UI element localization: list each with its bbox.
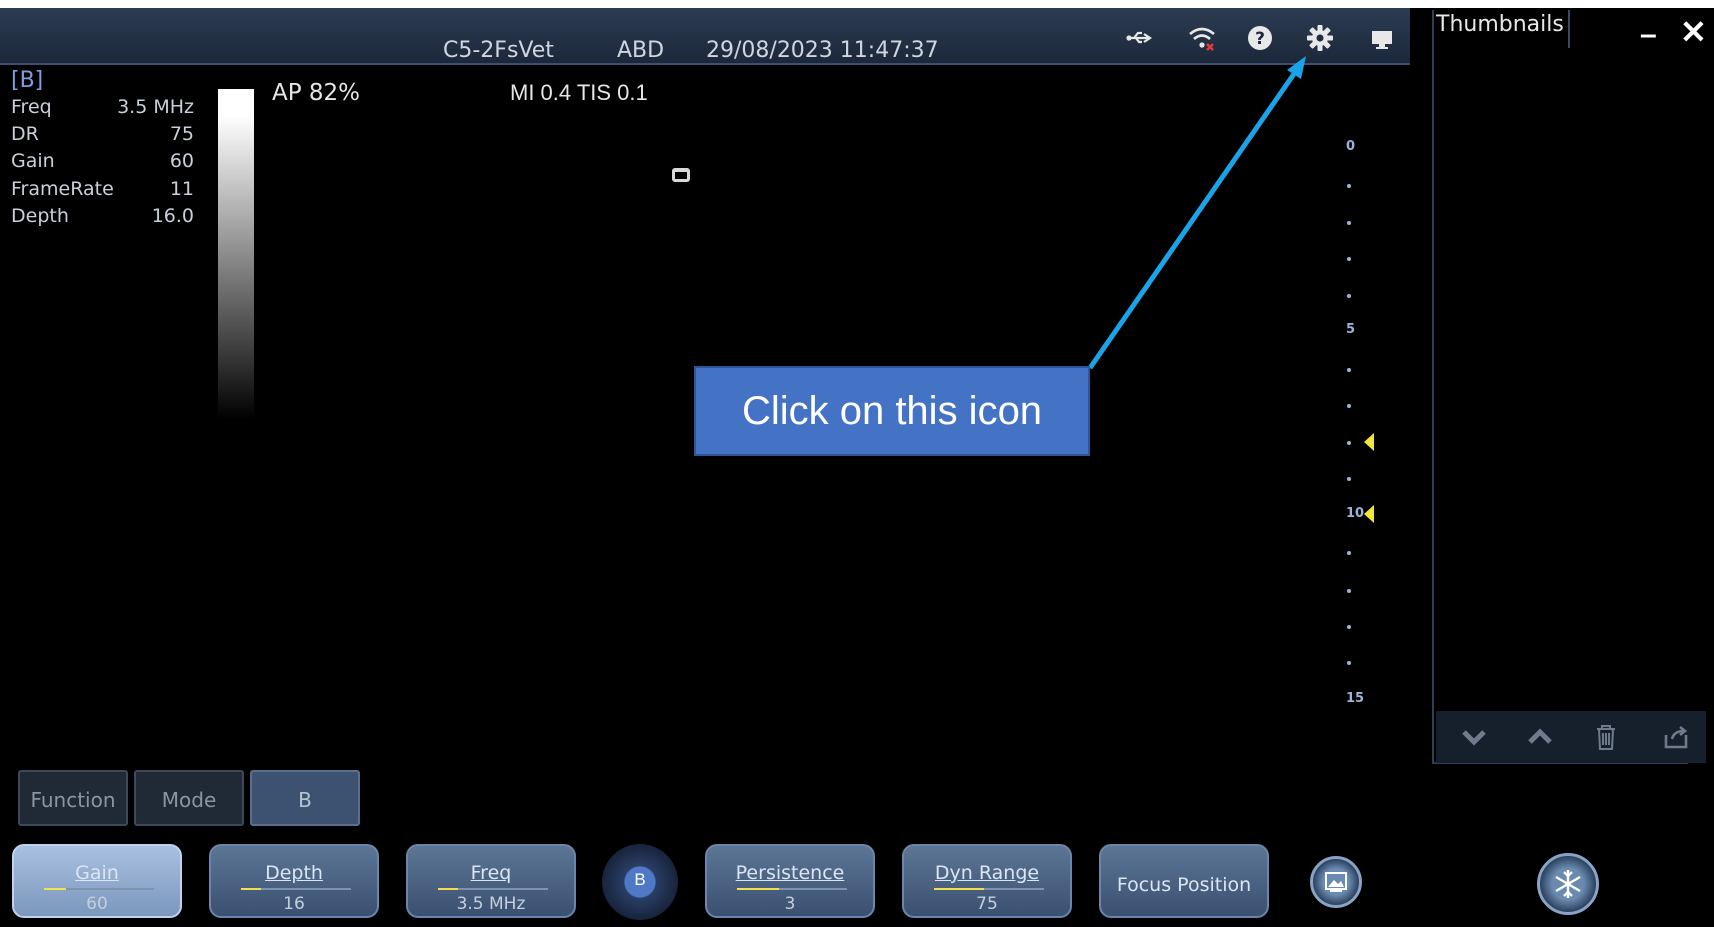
annotation-arrow [1087,56,1306,370]
annotation-callout: Click on this icon [694,366,1090,456]
